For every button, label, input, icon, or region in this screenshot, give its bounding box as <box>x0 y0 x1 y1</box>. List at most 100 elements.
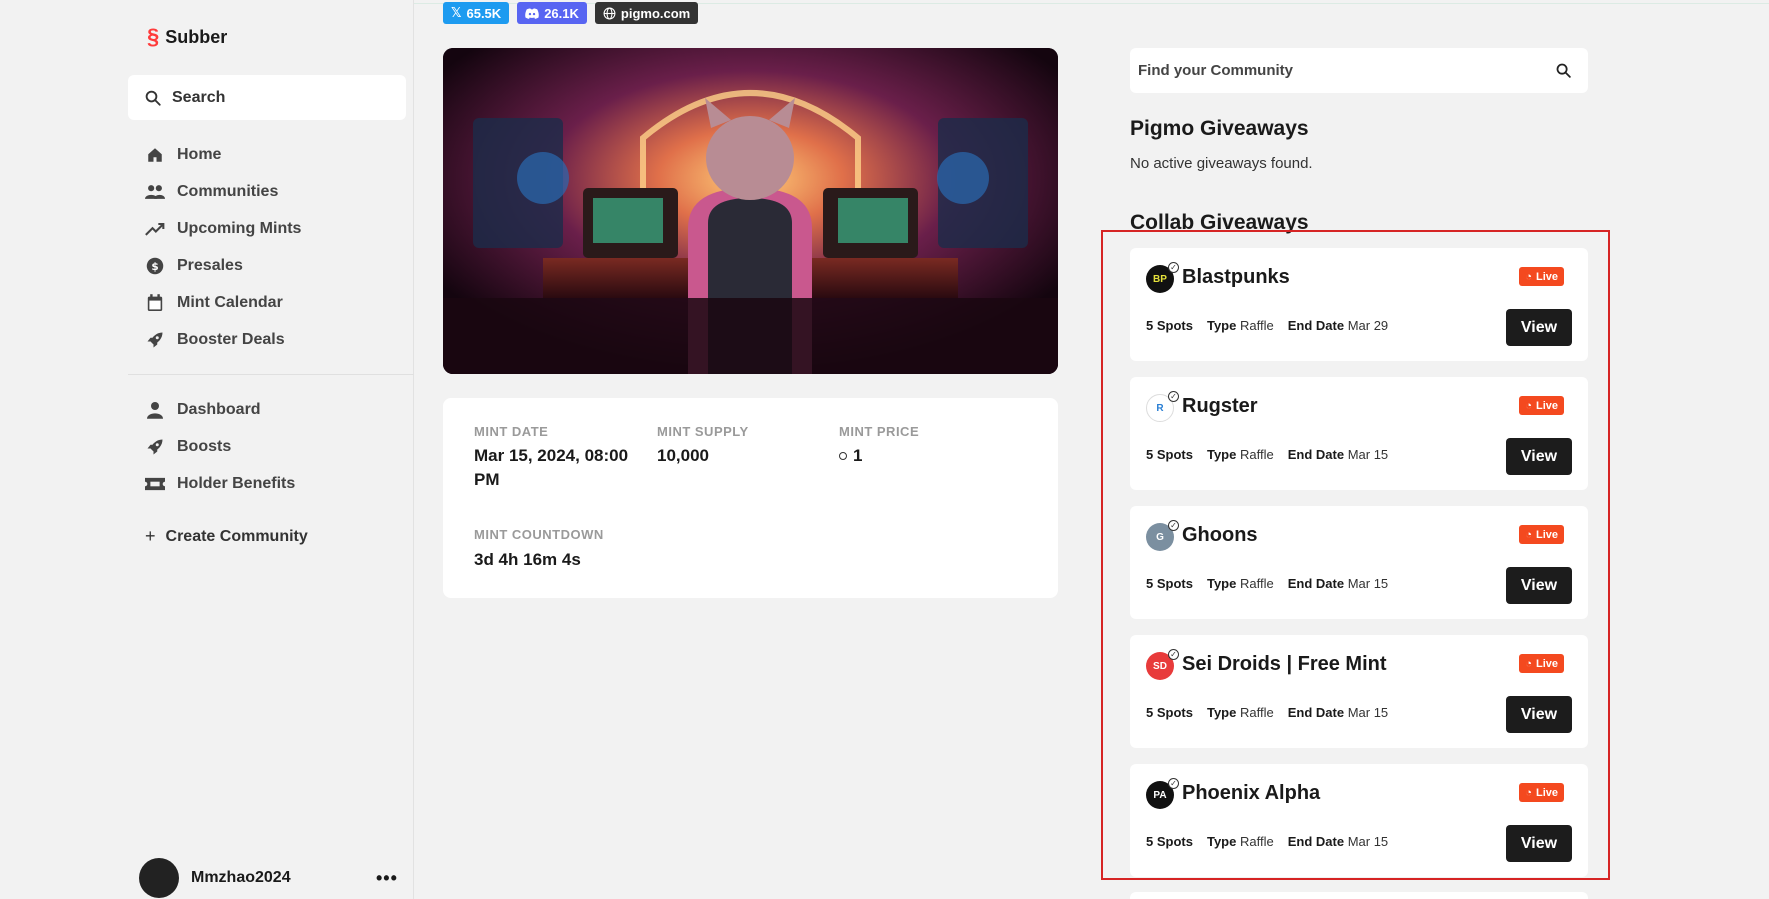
live-badge: ◔ Live <box>1519 525 1564 544</box>
nav-label: Mint Calendar <box>177 293 283 311</box>
giveaway-name[interactable]: Ghoons <box>1182 524 1258 547</box>
mint-details-card: MINT DATE Mar 15, 2024, 08:00 PM MINT SU… <box>443 398 1058 598</box>
mint-date-label: MINT DATE <box>474 424 549 439</box>
giveaway-card[interactable]: SD ✓ Sei Droids | Free Mint ◔ Live 5 Spots Typ… <box>1130 635 1588 748</box>
sidebar: § Subber Search Home Communities Upcomin… <box>0 0 414 899</box>
mint-countdown-label: MINT COUNTDOWN <box>474 527 604 542</box>
clock-icon: ◔ <box>1525 657 1532 670</box>
banner-illustration <box>443 48 1058 374</box>
x-count: 65.5K <box>466 5 502 21</box>
end-date-label: End Date <box>1287 447 1345 462</box>
nav-item-booster-deals[interactable]: Booster Deals <box>145 321 405 358</box>
svg-text:$: $ <box>151 260 158 272</box>
clock-icon: ◔ <box>1525 270 1532 283</box>
nav-item-home[interactable]: Home <box>145 136 405 173</box>
giveaway-type: Type Raffle <box>1207 576 1274 591</box>
discord-count: 26.1K <box>544 5 579 21</box>
nav-item-boosts[interactable]: Boosts <box>145 428 405 465</box>
live-label: Live <box>1535 399 1558 412</box>
view-button[interactable]: View <box>1506 309 1572 346</box>
nav-item-communities[interactable]: Communities <box>145 173 405 210</box>
sidebar-search-button[interactable]: Search <box>128 75 406 120</box>
app-name: Subber <box>165 26 228 47</box>
verified-icon: ✓ <box>1168 262 1179 273</box>
giveaway-name[interactable]: Blastpunks <box>1182 266 1290 289</box>
view-button[interactable]: View <box>1506 567 1572 604</box>
primary-nav: Home Communities Upcoming Mints $ Presal… <box>145 136 405 358</box>
find-community-input[interactable]: Find your Community <box>1130 48 1588 93</box>
trending-icon <box>145 219 165 239</box>
app-logo[interactable]: § Subber <box>147 26 227 48</box>
giveaway-card[interactable]: PA ✓ Phoenix Alpha ◔ Live 5 Spots Type Raffle E… <box>1130 764 1588 877</box>
mint-price-label: MINT PRICE <box>839 424 920 439</box>
giveaway-name[interactable]: Sei Droids | Free Mint <box>1182 653 1387 676</box>
find-community-placeholder: Find your Community <box>1138 62 1293 79</box>
nav-item-dashboard[interactable]: Dashboard <box>145 391 405 428</box>
giveaway-meta: 5 Spots Type Raffle End Date Mar 29 <box>1146 318 1388 333</box>
search-icon[interactable] <box>1555 62 1572 79</box>
clock-icon: ◔ <box>1525 399 1532 412</box>
end-date-value: Mar 29 <box>1347 318 1389 333</box>
view-button[interactable]: View <box>1506 438 1572 475</box>
globe-icon <box>603 7 616 19</box>
end-date-value: Mar 15 <box>1347 834 1389 849</box>
type-value: Raffle <box>1239 318 1274 333</box>
live-label: Live <box>1535 786 1558 799</box>
create-community-button[interactable]: + Create Community <box>145 526 308 547</box>
avatar <box>139 858 179 898</box>
giveaway-end-date: End Date Mar 15 <box>1288 447 1388 462</box>
search-icon <box>145 90 161 106</box>
giveaway-type: Type Raffle <box>1207 447 1274 462</box>
end-date-label: End Date <box>1287 318 1345 333</box>
social-badges: 𝕏 65.5K 26.1K pigmo.com <box>443 2 699 24</box>
nav-label: Home <box>177 145 222 163</box>
giveaway-card[interactable]: R ✓ Rugster ◔ Live 5 Spots Type Raffle End Date… <box>1130 377 1588 490</box>
live-label: Live <box>1535 657 1558 670</box>
giveaway-card[interactable]: G ✓ Ghoons ◔ Live 5 Spots Type Raffle End Date … <box>1130 506 1588 619</box>
giveaway-name[interactable]: Phoenix Alpha <box>1182 782 1320 805</box>
username: Mmzhao2024 <box>191 869 291 886</box>
clock-icon: ◔ <box>1525 528 1532 541</box>
nav-item-presales[interactable]: $ Presales <box>145 247 405 284</box>
type-label: Type <box>1206 318 1237 333</box>
giveaway-card[interactable]: BP ✓ Blastpunks ◔ Live 5 Spots Type Raffle End … <box>1130 248 1588 361</box>
giveaway-end-date: End Date Mar 29 <box>1288 318 1388 333</box>
giveaway-meta: 5 Spots Type Raffle End Date Mar 15 <box>1146 834 1388 849</box>
end-date-value: Mar 15 <box>1347 447 1389 462</box>
end-date-label: End Date <box>1287 705 1345 720</box>
rocket-icon <box>145 437 165 457</box>
type-value: Raffle <box>1239 834 1274 849</box>
no-giveaways-text: No active giveaways found. <box>1130 155 1313 172</box>
giveaway-name[interactable]: Rugster <box>1182 395 1258 418</box>
currency-icon <box>839 452 847 460</box>
giveaway-spots: 5 Spots <box>1146 705 1193 720</box>
type-label: Type <box>1206 447 1237 462</box>
live-badge: ◔ Live <box>1519 396 1564 415</box>
nav-label: Upcoming Mints <box>177 219 302 237</box>
discord-members-badge[interactable]: 26.1K <box>517 2 587 24</box>
more-options-icon[interactable]: ••• <box>376 868 398 889</box>
nav-item-mint-calendar[interactable]: Mint Calendar <box>145 284 405 321</box>
website-badge[interactable]: pigmo.com <box>594 2 699 24</box>
view-button[interactable]: View <box>1506 825 1572 862</box>
x-followers-badge[interactable]: 𝕏 65.5K <box>443 2 510 24</box>
mint-countdown-value: 3d 4h 16m 4s <box>474 550 581 569</box>
giveaway-meta: 5 Spots Type Raffle End Date Mar 15 <box>1146 576 1388 591</box>
giveaway-end-date: End Date Mar 15 <box>1288 705 1388 720</box>
x-icon: 𝕏 <box>451 5 462 20</box>
giveaway-meta: 5 Spots Type Raffle End Date Mar 15 <box>1146 705 1388 720</box>
rocket-icon <box>145 330 165 350</box>
nav-label: Holder Benefits <box>177 474 296 492</box>
user-profile[interactable]: Mmzhao2024 <box>139 858 291 898</box>
nav-label: Boosts <box>177 437 232 455</box>
giveaway-spots: 5 Spots <box>1146 447 1193 462</box>
mint-date-value: Mar 15, 2024, 08:00 PM <box>474 446 629 489</box>
view-button[interactable]: View <box>1506 696 1572 733</box>
verified-icon: ✓ <box>1168 391 1179 402</box>
end-date-label: End Date <box>1287 576 1345 591</box>
type-value: Raffle <box>1239 576 1274 591</box>
subber-logo-icon: § <box>147 24 160 49</box>
nav-item-upcoming-mints[interactable]: Upcoming Mints <box>145 210 405 247</box>
search-label: Search <box>172 88 226 106</box>
nav-item-holder-benefits[interactable]: Holder Benefits <box>145 465 405 502</box>
